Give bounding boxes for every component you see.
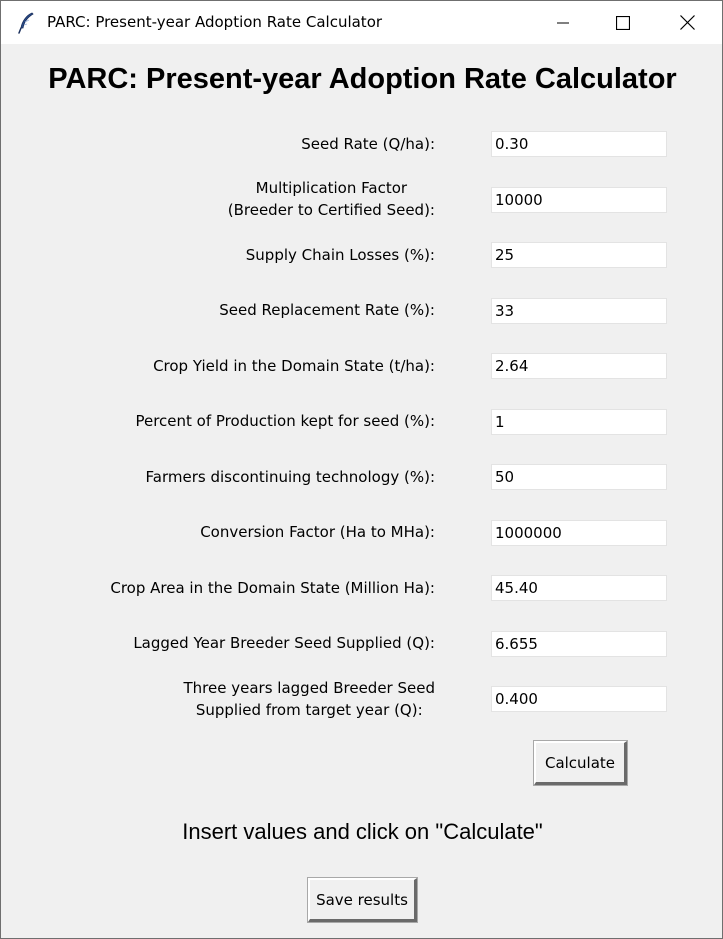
title-bar: PARC: Present-year Adoption Rate Calcula… xyxy=(1,1,722,44)
maximize-button[interactable] xyxy=(593,1,653,44)
label-line: Supply Chain Losses (%): xyxy=(245,246,435,264)
production-kept-for-seed-label: Percent of Production kept for seed (%): xyxy=(135,410,435,432)
label-line: Farmers discontinuing technology (%): xyxy=(145,468,435,486)
lagged-year-breeder-seed-input[interactable] xyxy=(491,631,667,657)
calculate-button[interactable]: Calculate xyxy=(533,740,628,786)
page-title: PARC: Present-year Adoption Rate Calcula… xyxy=(48,63,677,95)
label-line: Multiplication Factor xyxy=(255,179,408,197)
label-line: Supplied from target year (Q): xyxy=(195,701,423,719)
label-line: Percent of Production kept for seed (%): xyxy=(135,412,435,430)
crop-area-input[interactable] xyxy=(491,575,667,601)
maximize-icon xyxy=(616,15,630,30)
conversion-factor-input[interactable] xyxy=(491,520,667,546)
crop-yield-input[interactable] xyxy=(491,353,667,379)
crop-yield-label: Crop Yield in the Domain State (t/ha): xyxy=(153,355,435,377)
seed-replacement-rate-input[interactable] xyxy=(491,298,667,324)
conversion-factor-label: Conversion Factor (Ha to MHa): xyxy=(200,521,435,543)
seed-rate-label: Seed Rate (Q/ha): xyxy=(301,133,435,155)
crop-area-label: Crop Area in the Domain State (Million H… xyxy=(110,577,435,599)
production-kept-for-seed-input[interactable] xyxy=(491,409,667,435)
supply-chain-losses-input[interactable] xyxy=(491,242,667,268)
supply-chain-losses-label: Supply Chain Losses (%): xyxy=(246,244,435,266)
status-message: Insert values and click on "Calculate" xyxy=(182,819,543,844)
lagged-year-breeder-seed-label: Lagged Year Breeder Seed Supplied (Q): xyxy=(133,632,435,654)
minimize-icon xyxy=(557,22,569,23)
three-years-lagged-input[interactable] xyxy=(491,686,667,712)
label-line: Seed Rate (Q/ha): xyxy=(301,135,435,153)
app-window: PARC: Present-year Adoption Rate Calcula… xyxy=(0,0,723,939)
seed-replacement-rate-label: Seed Replacement Rate (%): xyxy=(219,299,435,321)
window-title: PARC: Present-year Adoption Rate Calcula… xyxy=(47,13,383,31)
label-line: Conversion Factor (Ha to MHa): xyxy=(200,523,435,541)
minimize-button[interactable] xyxy=(533,1,593,44)
save-results-button[interactable]: Save results xyxy=(307,877,418,923)
farmers-discontinuing-input[interactable] xyxy=(491,464,667,490)
label-line: (Breeder to Certified Seed): xyxy=(227,201,435,219)
multiplication-factor-label: Multiplication Factor (Breeder to Certif… xyxy=(228,177,435,221)
feather-icon xyxy=(18,12,34,34)
three-years-lagged-label: Three years lagged Breeder Seed Supplied… xyxy=(184,677,435,721)
multiplication-factor-input[interactable] xyxy=(491,187,667,213)
label-line: Seed Replacement Rate (%): xyxy=(219,301,435,319)
seed-rate-input[interactable] xyxy=(491,131,667,157)
farmers-discontinuing-label: Farmers discontinuing technology (%): xyxy=(146,466,435,488)
label-line: Crop Area in the Domain State (Million H… xyxy=(110,579,435,597)
label-line: Crop Yield in the Domain State (t/ha): xyxy=(153,357,435,375)
label-line: Lagged Year Breeder Seed Supplied (Q): xyxy=(133,634,435,652)
close-button[interactable] xyxy=(657,1,717,44)
label-line: Three years lagged Breeder Seed xyxy=(183,679,435,697)
close-icon xyxy=(679,15,695,30)
